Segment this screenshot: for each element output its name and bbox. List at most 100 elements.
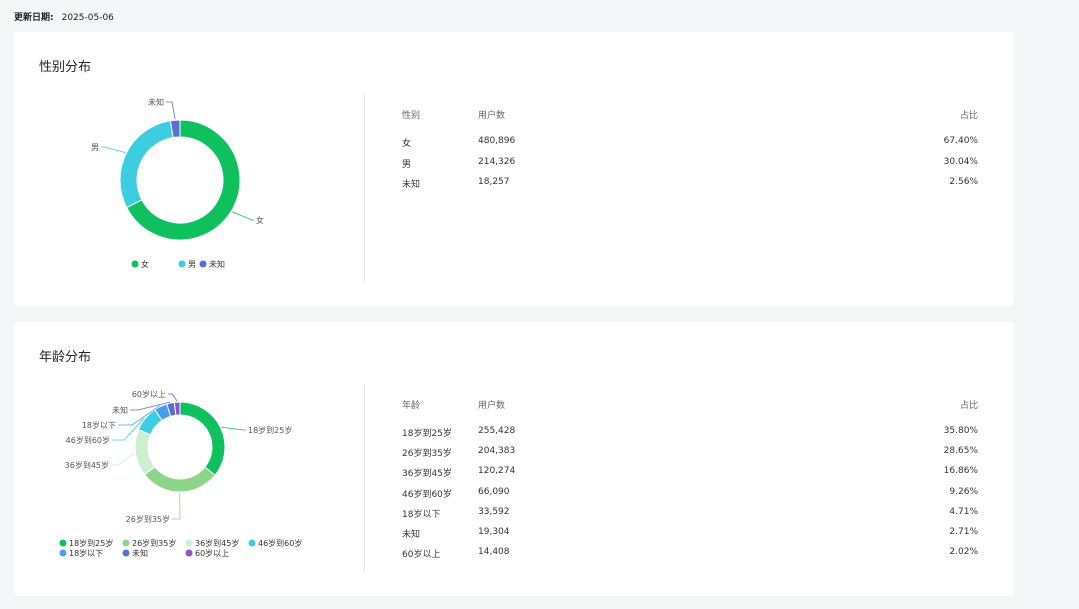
legend-label[interactable]: 女 (141, 259, 149, 269)
legend-marker[interactable] (178, 260, 186, 268)
gender-table-header: 性别 用户数 占比 (402, 108, 978, 121)
row-count: 14,408 (478, 547, 510, 558)
row-count: 204,383 (478, 446, 516, 457)
slice-1[interactable] (143, 466, 216, 493)
table-row: 36岁到45岁 120,274 16.86% (402, 466, 978, 480)
row-name: 女 (402, 139, 412, 149)
legend-label[interactable]: 60岁以上 (195, 548, 229, 558)
slice-label-line (221, 426, 246, 431)
row-count: 33,592 (478, 506, 510, 517)
header-pct: 占比 (959, 111, 978, 121)
slice-label: 未知 (112, 405, 128, 415)
table-row: 未知 18,257 2.56% (402, 177, 978, 190)
legend-marker[interactable] (59, 549, 67, 557)
row-pct: 35.80% (943, 426, 978, 436)
age-divider (364, 384, 365, 572)
legend-marker[interactable] (248, 539, 256, 547)
row-name: 男 (402, 159, 412, 170)
row-count: 480,896 (478, 136, 516, 146)
row-pct: 30.04% (943, 156, 978, 167)
gender-table: 性别 用户数 占比 女 480,896 67.40% 男 214,326 30.04% 未知… (402, 108, 978, 190)
slice-label-line (168, 393, 178, 402)
slice-label: 46岁到60岁 (66, 435, 110, 445)
legend-marker[interactable] (199, 260, 207, 268)
header-age: 年龄 (402, 401, 421, 411)
age-table-header: 年龄 用户数 占比 (402, 398, 978, 411)
slice-label-line (101, 146, 126, 153)
slice-label: 18岁以下 (82, 420, 116, 430)
table-row: 18岁以下 33,592 4.71% (402, 506, 978, 520)
row-name: 36岁到45岁 (402, 469, 452, 480)
header-gender: 性别 (402, 111, 421, 121)
slice-1[interactable] (119, 120, 174, 209)
row-pct: 16.86% (943, 466, 978, 477)
legend-label[interactable]: 18岁以下 (69, 548, 103, 558)
header-pct: 占比 (959, 401, 978, 411)
table-row: 男 214,326 30.04% (402, 156, 978, 170)
legend-label[interactable]: 未知 (209, 259, 225, 269)
table-row: 未知 19,304 2.71% (402, 527, 978, 540)
slice-label-line (172, 492, 181, 520)
slice-label-line (166, 101, 176, 120)
slice-label: 26岁到35岁 (126, 514, 170, 524)
table-row: 女 480,896 67.40% (402, 136, 978, 149)
update-date: 更新日期: 2025-05-06 (14, 10, 114, 23)
legend-marker[interactable] (122, 539, 130, 547)
slice-label-line (111, 452, 135, 466)
slice-label: 18岁到25岁 (248, 425, 292, 435)
row-count: 66,090 (478, 486, 510, 497)
row-name: 未知 (402, 530, 421, 540)
legend-marker[interactable] (185, 549, 193, 557)
header-count: 用户数 (478, 111, 506, 121)
row-name: 18岁以下 (402, 509, 441, 520)
row-pct: 9.26% (949, 486, 978, 497)
slice-label: 未知 (148, 97, 164, 107)
row-pct: 2.56% (949, 177, 978, 187)
age-donut-chart: 18岁到25岁26岁到35岁36岁到45岁46岁到60岁18岁以下未知60岁以上… (59, 389, 302, 558)
gender-donut-chart: 女男未知女男未知 (91, 97, 264, 269)
row-count: 255,428 (478, 426, 516, 436)
slice-label: 女 (256, 215, 264, 225)
age-table: 年龄 用户数 占比 18岁到25岁 255,428 35.80% 26岁到35岁 204… (402, 398, 978, 568)
row-count: 19,304 (478, 527, 510, 537)
row-count: 214,326 (478, 156, 516, 167)
legend-marker[interactable] (185, 539, 193, 547)
update-date-label: 更新日期: (14, 13, 54, 23)
slice-2[interactable] (134, 428, 156, 476)
row-name: 18岁到25岁 (402, 429, 452, 439)
row-pct: 4.71% (949, 506, 978, 517)
legend-label[interactable]: 18岁到25岁 (69, 538, 113, 548)
table-row: 18岁到25岁 255,428 35.80% (402, 426, 978, 439)
legend-marker[interactable] (59, 539, 67, 547)
row-pct: 2.71% (949, 527, 978, 537)
legend-marker[interactable] (122, 549, 130, 557)
legend-label[interactable]: 36岁到45岁 (195, 538, 239, 548)
slice-label: 男 (91, 143, 99, 152)
gender-divider (364, 94, 365, 282)
row-pct: 28.65% (943, 446, 978, 457)
header-count: 用户数 (478, 401, 506, 411)
age-card: 年龄分布 18岁到25岁 26岁到35岁 36岁到45岁 46岁到60岁 18岁以下 未知… (14, 322, 1014, 596)
legend-label[interactable]: 男 (188, 260, 196, 269)
row-name: 46岁到60岁 (402, 489, 452, 500)
update-date-value: 2025-05-06 (61, 13, 114, 23)
row-name: 未知 (402, 180, 421, 190)
row-name: 26岁到35岁 (402, 449, 452, 460)
row-name: 60岁以上 (402, 550, 441, 561)
slice-label-line (231, 211, 254, 221)
legend-label[interactable]: 46岁到60岁 (258, 538, 302, 548)
row-pct: 2.02% (949, 547, 978, 558)
row-pct: 67.40% (943, 136, 978, 146)
gender-card: 性别分布 女男未知女男未知 性别 用户数 占比 女 480,896 67.40% 男 2… (14, 32, 1014, 306)
legend-marker[interactable] (131, 260, 139, 268)
row-count: 18,257 (478, 177, 510, 187)
row-count: 120,274 (478, 466, 516, 477)
slice-label: 60岁以上 (132, 389, 166, 399)
legend-label[interactable]: 未知 (132, 548, 148, 558)
legend-label[interactable]: 26岁到35岁 (132, 538, 176, 548)
slice-label: 36岁到45岁 (65, 460, 109, 470)
table-row: 46岁到60岁 66,090 9.26% (402, 486, 978, 500)
table-row: 26岁到35岁 204,383 28.65% (402, 446, 978, 460)
slice-0[interactable] (179, 401, 226, 476)
table-row: 60岁以上 14,408 2.02% (402, 547, 978, 561)
